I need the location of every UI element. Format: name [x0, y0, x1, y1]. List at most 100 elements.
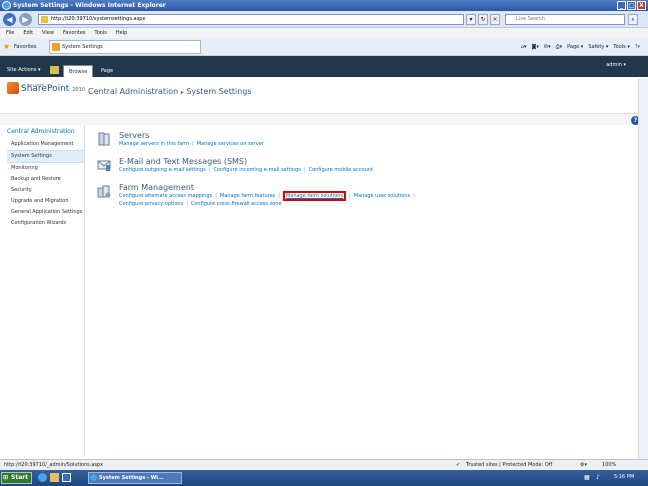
minimize-button[interactable]: _ — [617, 1, 626, 10]
taskbar-item-label: System Settings - Wi... — [99, 475, 164, 481]
link-privacy-options[interactable]: Configure privacy options — [119, 201, 183, 207]
sidebar-item-configuration-wizards[interactable]: Configuration Wizards — [7, 218, 84, 229]
taskbar: ⊞ Start System Settings - Wi... ▦ ♪ 5:16… — [0, 470, 648, 486]
link-separator: | — [303, 167, 306, 173]
favorites-bar: ★ Favorites System Settings ⌂▾ ◙▾ ✉▾ ⎙▾ … — [0, 38, 648, 56]
windows-logo-icon: ⊞ — [3, 474, 9, 481]
breadcrumb: Central Administration ▸ System Settings — [88, 87, 252, 96]
explorer-quicklaunch-icon[interactable] — [50, 473, 59, 482]
sidebar-item-application-management[interactable]: Application Management — [7, 139, 84, 150]
tab-page[interactable]: Page — [96, 65, 118, 77]
vertical-scrollbar[interactable] — [638, 78, 648, 459]
sidebar-item-general-application-settings[interactable]: General Application Settings — [7, 207, 84, 218]
link-separator: | — [192, 141, 194, 147]
taskbar-ie-window[interactable]: System Settings - Wi... — [88, 472, 182, 484]
ie-icon — [90, 474, 97, 481]
quick-launch: Central Administration Application Manag… — [7, 128, 84, 229]
sidebar-heading[interactable]: Central Administration — [7, 128, 84, 136]
link-cross-firewall-zone[interactable]: Configure cross-firewall access zone — [191, 201, 282, 207]
refresh-icon[interactable]: ↻ — [478, 14, 488, 25]
link-separator: | — [186, 201, 188, 207]
servers-links: Manage servers in this farm | Manage servi… — [119, 140, 264, 148]
link-mobile-account[interactable]: Configure mobile account — [309, 167, 373, 173]
farm-links-row1: Configure alternate access mappings | Mana… — [119, 191, 418, 201]
close-button[interactable]: X — [637, 1, 646, 10]
email-links: Configure outgoing e-mail settings | Confi… — [119, 166, 373, 174]
ie-quicklaunch-icon[interactable] — [38, 473, 47, 482]
email-icon — [97, 160, 111, 171]
menu-edit[interactable]: Edit — [23, 28, 33, 38]
status-bar: http://t20:39710/_admin/Solutions.aspx ✔… — [0, 459, 648, 470]
menu-help[interactable]: Help — [116, 28, 127, 38]
back-button[interactable]: ◀ — [3, 13, 16, 26]
page-menu[interactable]: Page ▾ — [567, 42, 583, 52]
search-icon[interactable]: ⌕ — [628, 14, 638, 25]
logo-year: 2010 — [72, 87, 85, 93]
link-separator: | — [349, 193, 351, 199]
logo-text: SharePoint — [21, 84, 70, 94]
menu-tools[interactable]: Tools — [95, 28, 107, 38]
email-title: E-Mail and Text Messages (SMS) — [119, 157, 248, 166]
site-actions-menu[interactable]: Site Actions ▾ — [7, 67, 41, 73]
menu-view[interactable]: View — [42, 28, 54, 38]
tab-browse[interactable]: Browse — [63, 65, 94, 77]
volume-icon[interactable]: ♪ — [596, 474, 600, 481]
breadcrumb-root[interactable]: Central Administration — [88, 87, 178, 96]
browser-tab[interactable]: System Settings — [49, 40, 201, 54]
link-manage-services[interactable]: Manage services on server — [197, 141, 264, 147]
browser-tab-label: System Settings — [62, 44, 103, 50]
stop-icon[interactable]: ✕ — [490, 14, 500, 25]
sidebar-item-backup-and-restore[interactable]: Backup and Restore — [7, 174, 84, 185]
start-button[interactable]: ⊞ Start — [1, 472, 32, 484]
menu-file[interactable]: File — [6, 28, 14, 38]
link-alternate-access-mappings[interactable]: Configure alternate access mappings — [119, 193, 212, 199]
server-manager-icon[interactable] — [62, 473, 71, 482]
address-url: http://t20:39710/systemsettings.aspx — [51, 16, 146, 22]
help-icon[interactable]: ?▾ — [635, 42, 640, 52]
dropdown-icon[interactable]: ▾ — [466, 14, 476, 25]
search-input[interactable]: Live Search — [505, 14, 625, 25]
farm-management-icon — [97, 185, 111, 198]
window-title-bar: System Settings - Windows Internet Explo… — [0, 0, 648, 11]
maximize-button[interactable]: □ — [627, 1, 636, 10]
sidebar-item-monitoring[interactable]: Monitoring — [7, 163, 84, 174]
tools-menu[interactable]: Tools ▾ — [613, 42, 629, 52]
link-incoming-email[interactable]: Configure incoming e-mail settings — [213, 167, 301, 173]
sharepoint-logo-icon — [7, 82, 19, 94]
home-icon[interactable]: ⌂▾ — [521, 42, 527, 52]
address-input[interactable]: http://t20:39710/systemsettings.aspx — [38, 14, 464, 25]
mail-icon[interactable]: ✉▾ — [544, 42, 551, 52]
search-placeholder: Live Search — [516, 16, 545, 22]
sharepoint-ribbon: Site Actions ▾ Browse Page admin ▾ — [0, 56, 648, 77]
sidebar-item-upgrade-and-migration[interactable]: Upgrade and Migration — [7, 196, 84, 207]
link-manage-user-solutions[interactable]: Manage user solutions — [354, 193, 410, 199]
star-icon: ★ — [3, 42, 11, 51]
sharepoint-logo: SharePoint 2010 — [21, 84, 85, 94]
user-menu[interactable]: admin ▾ — [606, 62, 626, 68]
network-icon[interactable]: ▦ — [584, 474, 590, 481]
window-title: System Settings - Windows Internet Explo… — [13, 2, 166, 9]
safety-menu[interactable]: Safety ▾ — [588, 42, 608, 52]
command-bar: ⌂▾ ◙▾ ✉▾ ⎙▾ Page ▾ Safety ▾ Tools ▾ ?▾ — [521, 42, 640, 52]
sidebar-divider — [84, 125, 85, 456]
favorites-button[interactable]: ★ Favorites — [3, 42, 37, 52]
menu-bar: File Edit View Favorites Tools Help — [0, 28, 648, 38]
page-title: System Settings — [186, 87, 252, 96]
link-outgoing-email[interactable]: Configure outgoing e-mail settings — [119, 167, 206, 173]
link-manage-servers[interactable]: Manage servers in this farm — [119, 141, 189, 147]
edit-page-icon[interactable] — [50, 66, 59, 74]
clock[interactable]: 5:16 PM — [614, 474, 634, 480]
link-separator: | — [215, 193, 217, 199]
menu-favorites[interactable]: Favorites — [63, 28, 86, 38]
forward-button[interactable]: ▶ — [19, 13, 32, 26]
link-manage-farm-solutions[interactable]: Manage farm solutions — [282, 191, 347, 201]
favorites-label: Favorites — [14, 44, 37, 50]
servers-title: Servers — [119, 131, 150, 140]
address-toolbar: ◀ ▶ http://t20:39710/systemsettings.aspx… — [0, 11, 648, 28]
print-icon[interactable]: ⎙▾ — [556, 42, 563, 52]
link-manage-farm-features[interactable]: Manage farm features — [220, 193, 275, 199]
link-separator: | — [413, 193, 415, 199]
sidebar-item-security[interactable]: Security — [7, 185, 84, 196]
sidebar-item-system-settings[interactable]: System Settings — [7, 150, 84, 163]
feeds-icon[interactable]: ◙▾ — [532, 42, 539, 52]
